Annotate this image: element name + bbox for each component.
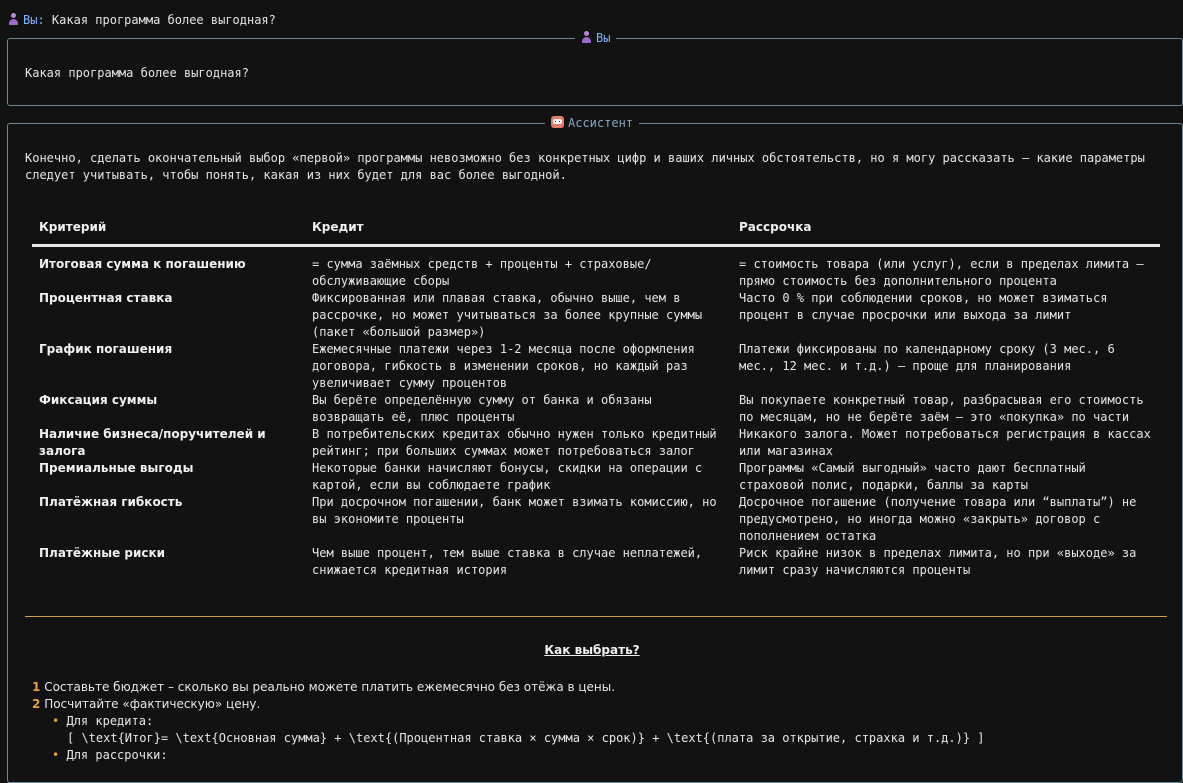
list-item: 1 Составьте бюджет – сколько вы реально … [32,679,985,696]
robot-icon [551,116,564,128]
assistant-message-box: Ассистент Конечно, сделать окончательный… [7,116,1183,783]
table-cell-criterion: Платёжная гибкость [39,495,183,509]
table-row: Процентная ставка Фиксированная или плав… [32,290,1160,341]
table-row: Наличие бизнеса/поручителей и залога В п… [32,426,1160,460]
table-cell-criterion: Процентная ставка [39,291,173,305]
table-cell-installment: Часто 0 % при соблюдении сроков, но може… [739,291,1108,322]
table-row: Платёжные риски Чем выше процент, тем вы… [32,545,1160,579]
table-cell-installment: Программы «Самый выгодный» часто дают бе… [739,461,1086,492]
bullet-icon: • [52,714,60,728]
table-header-row: Критерий Кредит Рассрочка [32,212,1160,247]
table-cell-credit: Чем выше процент, тем выше ставка в случ… [312,546,703,577]
prompt-text: Какая программа более выгодная? [51,13,276,27]
user-message-text: Какая программа более выгодная? [25,66,249,80]
sub-bullet-label: Для кредита: [66,714,154,728]
table-cell-credit: В потребительских кредитах обычно нужен … [312,427,717,458]
user-box-label: Вы [575,31,617,45]
table-cell-credit: Фиксированная или плавая ставка, обычно … [312,291,703,339]
user-message-box: Вы Какая программа более выгодная? [7,31,1183,106]
prompt-line: Вы: Какая программа более выгодная? [8,13,276,27]
list-item: • Для рассрочки: [32,747,985,764]
table-cell-criterion: Премиальные выгоды [39,461,194,475]
table-cell-installment: Досрочное погашение (получение товара ил… [739,495,1137,543]
assistant-box-label: Ассистент [545,116,640,130]
comparison-table: Критерий Кредит Рассрочка Итоговая сумма… [32,212,1160,579]
assistant-label-text: Ассистент [568,116,634,130]
sub-bullet-label: Для рассрочки: [66,748,168,762]
table-cell-credit: Ежемесячные платежи через 1-2 месяца пос… [312,342,695,390]
table-row: Премиальные выгоды Некоторые банки начис… [32,460,1160,494]
table-row: Фиксация суммы Вы берёте определённую су… [32,392,1160,426]
column-header-installment: Рассрочка [732,212,1160,247]
list-item: 2 Посчитайте «фактическую» цену. [32,696,985,713]
steps-list: 1 Составьте бюджет – сколько вы реально … [32,679,985,764]
table-cell-installment: Риск крайне низок в пределах лимита, но … [739,546,1137,577]
table-cell-installment: = стоимость товара (или услуг), если в п… [739,257,1144,288]
table-cell-credit: Некоторые банки начисляют бонусы, скидки… [312,461,703,492]
column-header-criterion: Критерий [32,212,305,247]
table-cell-criterion: Итоговая сумма к погашению [39,257,246,271]
step-number: 1 [32,680,41,694]
step-number: 2 [32,697,41,711]
table-row: График погашения Ежемесячные платежи чер… [32,341,1160,392]
user-icon [581,31,592,43]
table-cell-credit: При досрочном погашении, банк может взим… [312,495,717,526]
table-cell-credit: = сумма заёмных средств + проценты + стр… [312,257,652,288]
table-cell-criterion: График погашения [39,342,173,356]
list-item: • Для кредита: [32,713,985,730]
bullet-icon: • [52,748,60,762]
table-cell-installment: Никакого залога. Может потребоваться рег… [739,427,1151,458]
step-text: Посчитайте «фактическую» цену. [44,697,261,711]
column-header-credit: Кредит [305,212,732,247]
user-label-text: Вы [596,31,611,45]
table-row: Платёжная гибкость При досрочном погашен… [32,494,1160,545]
step-text: Составьте бюджет – сколько вы реально мо… [44,680,616,694]
table-row: Итоговая сумма к погашению = сумма заёмн… [32,246,1160,291]
table-cell-criterion: Наличие бизнеса/поручителей и залога [39,427,266,458]
prompt-author: Вы [23,13,38,27]
table-cell-installment: Платежи фиксированы по календарному срок… [739,342,1115,373]
table-cell-criterion: Платёжные риски [39,546,166,560]
table-cell-installment: Вы покупаете конкретный товар, разбрасыв… [739,393,1144,424]
formula-text: [ \text{Итог}= \text{Основная сумма} + \… [67,731,985,745]
assistant-intro: Конечно, сделать окончательный выбор «пе… [25,151,1145,182]
table-cell-criterion: Фиксация суммы [39,393,158,407]
table-cell-credit: Вы берёте определённую сумму от банка и … [312,393,652,424]
section-divider [25,616,1167,617]
user-icon [8,13,19,25]
howto-heading: Как выбрать? [544,643,640,657]
